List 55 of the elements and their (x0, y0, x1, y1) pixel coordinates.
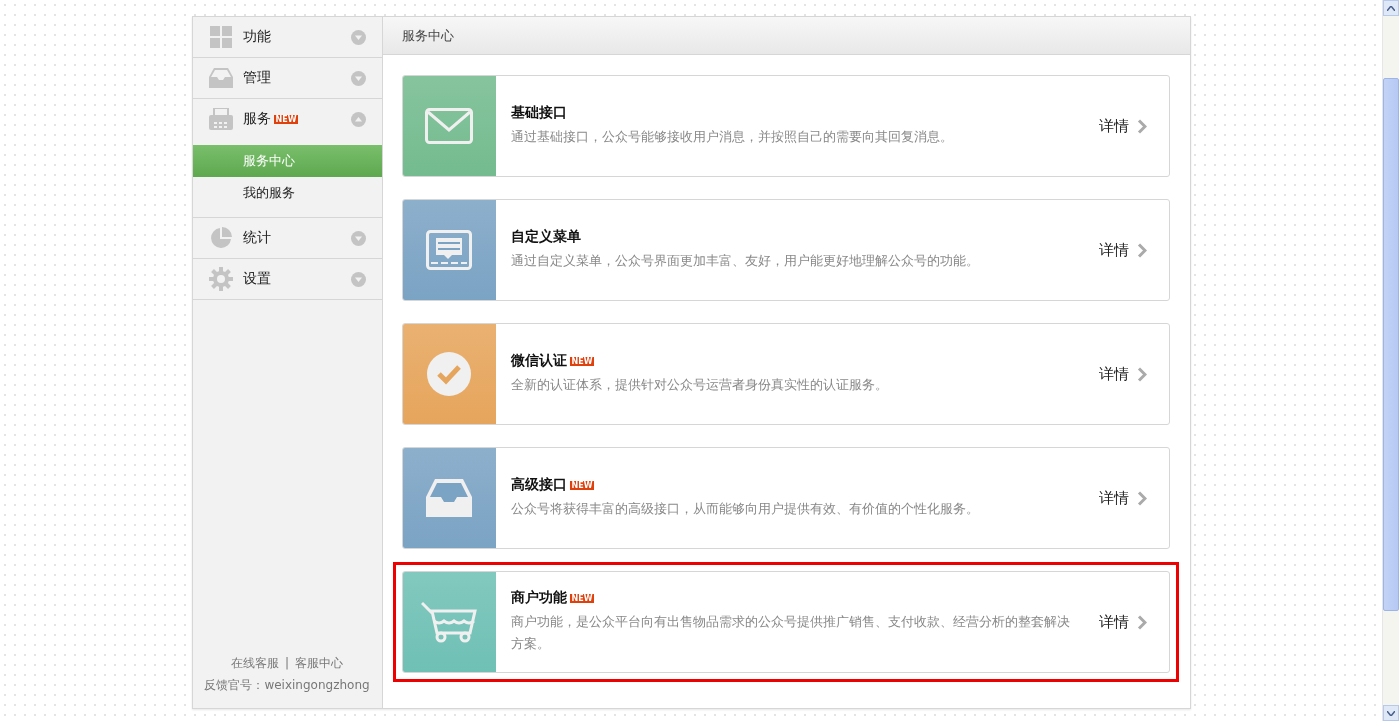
card-title: 基础接口 (510, 104, 567, 122)
scrollbar-thumb[interactable] (1383, 78, 1399, 611)
card-description: 通过自定义菜单，公众号界面更加丰富、友好，用户能更好地理解公众号的功能。 (510, 252, 980, 270)
page-title: 服务中心 (382, 17, 1190, 55)
card-title: 微信认证 (510, 352, 567, 370)
details-link[interactable]: 详情 (1098, 572, 1169, 672)
card-description: 公众号将获得丰富的高级接口，从而能够向用户提供有效、有价值的个性化服务。 (510, 500, 980, 518)
caret-up-icon (1387, 5, 1395, 11)
caret-down-icon (1387, 710, 1395, 716)
details-link[interactable]: 详情 (1098, 200, 1169, 300)
shopping-cart-icon (421, 601, 477, 643)
separator: | (284, 655, 289, 672)
pie-chart-icon (209, 227, 232, 249)
nav-item[interactable]: 设置 (192, 259, 382, 299)
envelope-icon (425, 108, 473, 144)
printer-icon (208, 108, 233, 130)
new-badge: NEW (273, 114, 299, 124)
submenu-item[interactable]: 我的服务 (192, 177, 382, 209)
nav-item[interactable]: 服务 NEW (192, 99, 382, 139)
card-title: 高级接口 (510, 476, 567, 494)
new-badge: NEW (569, 356, 595, 366)
card-description: 全新的认证体系，提供针对公众号运营者身份真实性的认证服务。 (510, 376, 889, 394)
details-link[interactable]: 详情 (1098, 324, 1169, 424)
scrollbar[interactable] (1382, 0, 1399, 721)
nav-label: 服务 (242, 110, 271, 128)
tray-icon (425, 478, 473, 518)
tray-icon (208, 68, 233, 88)
nav-label: 管理 (242, 69, 271, 87)
new-badge: NEW (569, 593, 595, 603)
nav-item[interactable]: 功能 (192, 17, 382, 57)
chevron-right-icon (1136, 242, 1147, 258)
card-title: 自定义菜单 (510, 228, 581, 246)
nav-item[interactable]: 统计 (192, 218, 382, 258)
screen-icon (426, 230, 472, 270)
details-link[interactable]: 详情 (1098, 76, 1169, 176)
scroll-up-button[interactable] (1383, 0, 1399, 16)
grid-icon (209, 26, 232, 48)
checkmark-icon (427, 352, 471, 396)
chevron-right-icon (1136, 490, 1147, 506)
scroll-down-button[interactable] (1383, 705, 1399, 721)
contact-text: 反馈官号：weixingongzhong (203, 677, 371, 694)
nav-item[interactable]: 管理 (192, 58, 382, 98)
card-description: 通过基础接口，公众号能够接收用户消息，并按照自己的需要向其回复消息。 (510, 128, 954, 146)
nav-label: 功能 (242, 28, 271, 46)
footer-link[interactable]: 在线客服 (230, 652, 279, 674)
footer-link[interactable]: 客服中心 (295, 652, 343, 674)
card-title: 商户功能 (510, 589, 567, 607)
details-link[interactable]: 详情 (1098, 448, 1169, 548)
chevron-right-icon (1136, 614, 1147, 630)
nav-label: 设置 (242, 270, 271, 288)
new-badge: NEW (569, 480, 595, 490)
nav-label: 统计 (242, 229, 271, 247)
chevron-right-icon (1136, 118, 1147, 134)
card-description: 商户功能，是公众平台向有出售物品需求的公众号提供推广销售、支付收款、经营分析的整套解决方案。 (510, 613, 1071, 653)
chevron-right-icon (1136, 366, 1147, 382)
